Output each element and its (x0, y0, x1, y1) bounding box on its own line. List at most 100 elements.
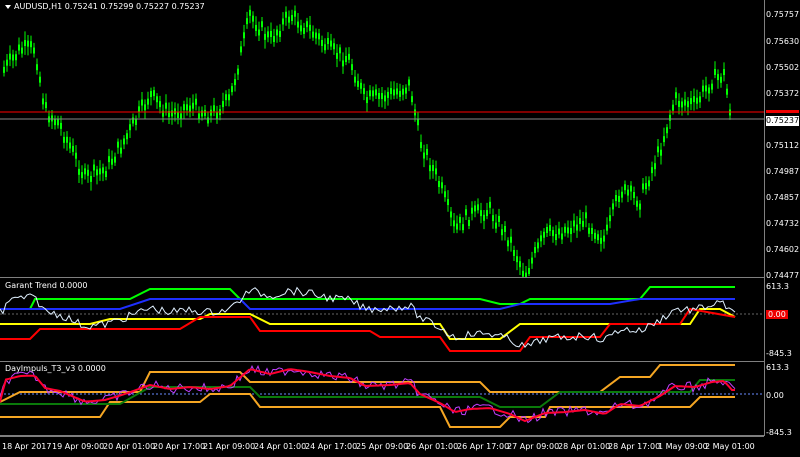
candle-body (156, 96, 158, 103)
current-price-badge: 0.75237 (766, 116, 800, 126)
dayimpuls-pane[interactable]: DayImpuls_T3_v3 0.0000 (0, 362, 764, 436)
candle-body (621, 191, 623, 198)
candle-body (609, 215, 611, 222)
candle-body (717, 74, 719, 81)
candle-body (387, 91, 389, 98)
candle-body (543, 231, 545, 238)
candle-body (294, 10, 296, 17)
candle-body (51, 115, 53, 122)
candle-body (600, 237, 602, 244)
candle-body (339, 47, 341, 54)
candle-body (411, 96, 413, 103)
dayimpuls-tick-min: -845.3 (766, 428, 792, 437)
dayimpuls-title: DayImpuls_T3_v3 0.0000 (5, 364, 106, 373)
candle-body (252, 15, 254, 22)
candle-body (720, 76, 722, 83)
candle-body (702, 85, 704, 92)
candle-body (207, 117, 209, 124)
candle-body (714, 68, 716, 75)
candle-body (723, 69, 725, 76)
candle-body (438, 181, 440, 188)
candle-body (195, 98, 197, 105)
candle-body (159, 101, 161, 108)
candle-body (303, 27, 305, 34)
candle-body (483, 214, 485, 221)
time-label: 24 Apr 01:00 (254, 442, 307, 451)
candle-body (255, 24, 257, 31)
candle-body (279, 30, 281, 37)
candle-body (672, 104, 674, 111)
dropdown-arrow-icon[interactable] (5, 4, 11, 9)
price-chart-pane[interactable]: AUDUSD,H1 0.75241 0.75299 0.75227 0.7523… (0, 0, 764, 278)
candle-body (30, 41, 32, 48)
candle-body (309, 24, 311, 31)
candle-body (585, 212, 587, 219)
candle-body (249, 9, 251, 16)
candle-body (225, 94, 227, 101)
candle-body (15, 54, 17, 61)
ohlc-values: 0.75241 0.75299 0.75227 0.75237 (64, 2, 205, 11)
candle-body (381, 93, 383, 100)
candle-body (594, 232, 596, 239)
candle-body (522, 270, 524, 277)
candle-body (135, 118, 137, 125)
candle-body (177, 112, 179, 119)
price-tick: 0.74857 (766, 193, 800, 202)
candle-body (711, 83, 713, 90)
candle-body (117, 141, 119, 148)
candle-body (84, 168, 86, 175)
candle-body (108, 156, 110, 163)
garant-trend-lines (0, 286, 764, 352)
candle-body (369, 90, 371, 97)
candle-body (57, 119, 59, 126)
candle-body (654, 163, 656, 170)
candle-body (330, 40, 332, 47)
time-label: 26 Apr 01:00 (406, 442, 459, 451)
candle-body (237, 68, 239, 75)
candle-body (597, 234, 599, 241)
candle-body (114, 156, 116, 163)
time-label: 21 Apr 09:00 (203, 442, 256, 451)
candle-body (687, 101, 689, 108)
candle-body (132, 117, 134, 124)
candle-body (201, 110, 203, 117)
candle-body (552, 230, 554, 237)
candle-body (519, 261, 521, 268)
candle-body (90, 175, 92, 182)
candle-body (216, 112, 218, 119)
candle-body (285, 11, 287, 18)
time-label: 25 Apr 09:00 (356, 442, 409, 451)
symbol-label: AUDUSD,H1 (14, 2, 63, 11)
candle-body (345, 55, 347, 62)
candle-body (81, 172, 83, 179)
candle-body (696, 97, 698, 104)
garant-trend-title: Garant Trend 0.0000 (5, 281, 88, 290)
candle-body (33, 47, 35, 54)
candle-body (315, 32, 317, 39)
candle-body (639, 203, 641, 210)
dayimpuls-lines (0, 364, 764, 428)
candle-body (21, 47, 23, 54)
candle-body (258, 29, 260, 36)
time-label: 20 Apr 01:00 (103, 442, 156, 451)
time-label: 26 Apr 17:00 (457, 442, 510, 451)
candle-body (630, 185, 632, 192)
candle-body (570, 228, 572, 235)
candle-body (444, 191, 446, 198)
price-tick: 0.74987 (766, 167, 800, 176)
candle-body (462, 224, 464, 231)
candle-body (222, 101, 224, 108)
candle-body (240, 46, 242, 53)
candle-body (204, 109, 206, 116)
candle-body (378, 92, 380, 99)
candle-body (78, 168, 80, 175)
candle-body (561, 233, 563, 240)
candle-body (582, 220, 584, 227)
candle-body (393, 89, 395, 96)
candle-body (660, 149, 662, 156)
candle-body (480, 210, 482, 217)
candle-body (528, 268, 530, 275)
candle-body (636, 200, 638, 207)
candle-body (321, 39, 323, 46)
garant-trend-pane[interactable]: Garant Trend 0.0000 (0, 279, 764, 362)
